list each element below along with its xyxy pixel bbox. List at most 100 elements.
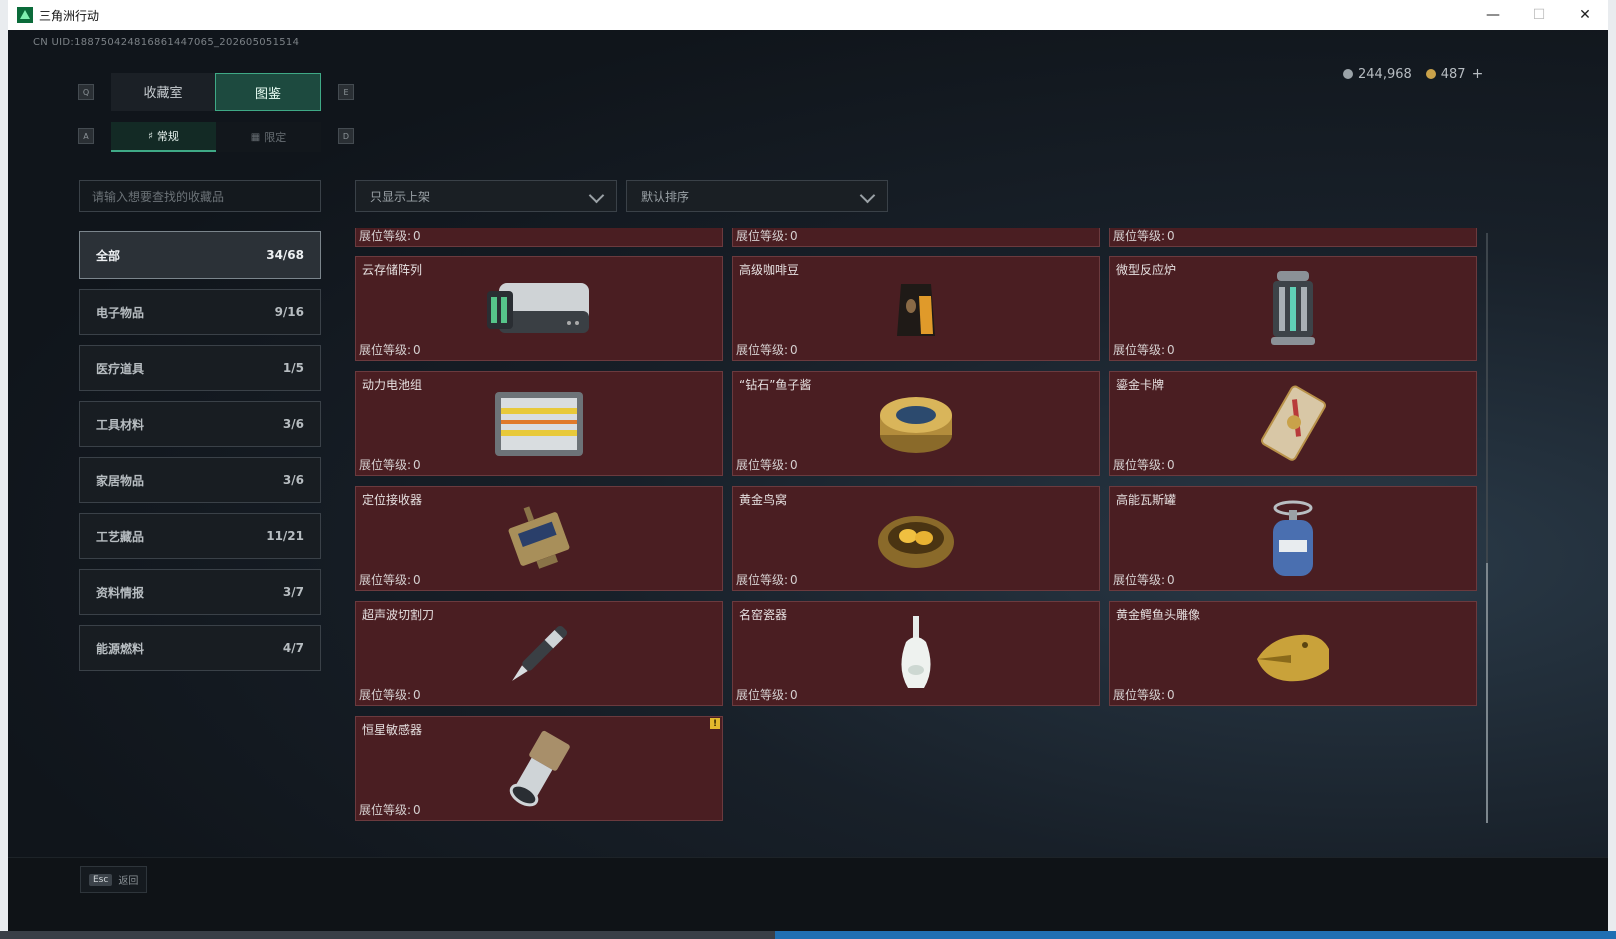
- uid-label: CN UID:188750424816861447065_20260505151…: [33, 37, 300, 48]
- card-micro-reactor[interactable]: 微型反应炉 展位等级: 0: [1109, 256, 1477, 361]
- category-count: 11/21: [266, 529, 304, 543]
- limited-icon: ▦: [250, 131, 261, 143]
- category-name: 家居物品: [96, 473, 145, 488]
- scrollbar-thumb[interactable]: [1486, 563, 1488, 823]
- new-item-badge: !: [710, 718, 720, 729]
- gold-currency: 487 +: [1425, 66, 1484, 82]
- card-name: 鎏金卡牌: [1116, 378, 1165, 392]
- category-count: 4/7: [282, 641, 304, 655]
- back-button[interactable]: Esc 返回: [80, 866, 148, 893]
- category-name: 工艺藏品: [96, 529, 145, 544]
- category-name: 工具材料: [96, 417, 145, 432]
- card-name: 名窑瓷器: [739, 608, 788, 622]
- maximize-button[interactable]: ☐: [1516, 0, 1562, 30]
- tab-collection-room[interactable]: 收藏室: [111, 73, 215, 111]
- card-name: 定位接收器: [362, 493, 423, 507]
- category-count: 3/6: [282, 473, 304, 487]
- card-power-battery-pack[interactable]: 动力电池组 展位等级: 0: [355, 371, 723, 476]
- esc-key-hint: Esc: [89, 873, 113, 886]
- add-currency-button[interactable]: +: [1472, 66, 1484, 82]
- tab-codex[interactable]: 图鉴: [215, 73, 321, 111]
- sort-value: 默认排序: [641, 189, 690, 204]
- key-hint-next-subtab: D: [338, 128, 354, 144]
- subtab-regular[interactable]: ♯ 常规: [111, 122, 216, 152]
- card-name: 恒星敏感器: [362, 723, 423, 737]
- back-label: 返回: [118, 876, 139, 887]
- app-logo-icon: [17, 7, 33, 23]
- card-ultrasonic-cutter[interactable]: 超声波切割刀 展位等级: 0: [355, 601, 723, 706]
- category-count: 34/68: [266, 248, 304, 262]
- card-name: 高级咖啡豆: [739, 263, 800, 277]
- card-star-sensor[interactable]: 恒星敏感器 ! 展位等级: 0: [355, 716, 723, 821]
- card-level: 展位等级: 0: [736, 229, 798, 243]
- desktop-taskbar: [0, 931, 1616, 939]
- golden-nest-icon: [878, 515, 954, 568]
- card-level: 展位等级: 0: [1113, 573, 1175, 587]
- silver-currency: 244,968: [1343, 67, 1412, 82]
- chevron-down-icon: [588, 187, 605, 204]
- card-name: “钻石”鱼子酱: [739, 378, 812, 392]
- sort-dropdown[interactable]: 默认排序: [626, 180, 888, 212]
- subtab-regular-label: 常规: [156, 130, 179, 143]
- card-gas-canister[interactable]: 高能瓦斯罐 展位等级: 0: [1109, 486, 1477, 591]
- category-tools[interactable]: 工具材料 3/6: [79, 401, 321, 447]
- ultrasonic-cutter-icon: [512, 625, 568, 681]
- card-level: 展位等级: 0: [736, 343, 798, 357]
- collection-card[interactable]: 展位等级: 0: [355, 228, 723, 247]
- category-all[interactable]: 全部 34/68: [79, 231, 321, 279]
- desktop-edge-left: [0, 0, 8, 939]
- porcelain-vase-icon: [901, 615, 931, 688]
- main-tabs: 收藏室 图鉴: [111, 73, 321, 111]
- subtab-limited[interactable]: ▦ 限定: [216, 122, 321, 152]
- minimize-button[interactable]: —: [1470, 0, 1516, 30]
- category-count: 3/7: [282, 585, 304, 599]
- category-list: 全部 34/68 电子物品 9/16 医疗道具 1/5 工具材料 3/6 家居物品 3/6…: [79, 231, 321, 681]
- category-name: 全部: [96, 248, 121, 263]
- card-cloud-storage-array[interactable]: 云存储阵列 展位等级: 0: [355, 256, 723, 361]
- card-golden-nest[interactable]: 黄金鸟窝 展位等级: 0: [732, 486, 1100, 591]
- gps-receiver-icon: [508, 505, 570, 569]
- card-level: 展位等级: 0: [736, 458, 798, 472]
- search-input[interactable]: 请输入想要查找的收藏品: [79, 180, 321, 212]
- shelf-filter-dropdown[interactable]: 只显示上架: [355, 180, 617, 212]
- card-name: 动力电池组: [362, 378, 423, 392]
- server-icon: [487, 282, 589, 333]
- category-crafts[interactable]: 工艺藏品 11/21: [79, 513, 321, 559]
- key-hint-next-tab: E: [338, 84, 354, 100]
- battery-pack-icon: [495, 391, 583, 456]
- category-name: 能源燃料: [96, 641, 145, 656]
- collection-card[interactable]: 展位等级: 0: [732, 228, 1100, 247]
- key-hint-prev-subtab: A: [78, 128, 94, 144]
- category-count: 3/6: [282, 417, 304, 431]
- chevron-down-icon: [859, 187, 876, 204]
- card-name: 超声波切割刀: [362, 608, 435, 622]
- shelf-filter-value: 只显示上架: [370, 189, 431, 204]
- grid-scrollbar[interactable]: [1486, 233, 1488, 823]
- card-level: 展位等级: 0: [1113, 458, 1175, 472]
- title-bar: 三角洲行动 — ☐ ✕: [8, 0, 1608, 30]
- card-golden-crocodile-statue[interactable]: 黄金鳄鱼头雕像 展位等级: 0: [1109, 601, 1477, 706]
- card-name: 云存储阵列: [362, 263, 423, 277]
- caviar-tin-icon: [880, 396, 952, 453]
- gold-croc-statue-icon: [1257, 634, 1329, 681]
- gold-card-icon: [1261, 385, 1326, 461]
- card-gps-receiver[interactable]: 定位接收器 展位等级: 0: [355, 486, 723, 591]
- category-name: 电子物品: [96, 305, 145, 320]
- category-electronics[interactable]: 电子物品 9/16: [79, 289, 321, 335]
- close-button[interactable]: ✕: [1562, 0, 1608, 30]
- collection-card[interactable]: 展位等级: 0: [1109, 228, 1477, 247]
- gas-canister-icon: [1273, 500, 1313, 576]
- card-gilded-card[interactable]: 鎏金卡牌 展位等级: 0: [1109, 371, 1477, 476]
- category-energy[interactable]: 能源燃料 4/7: [79, 625, 321, 671]
- silver-coin-icon: [1343, 68, 1353, 79]
- card-famous-kiln-porcelain[interactable]: 名窑瓷器 展位等级: 0: [732, 601, 1100, 706]
- category-household[interactable]: 家居物品 3/6: [79, 457, 321, 503]
- category-medical[interactable]: 医疗道具 1/5: [79, 345, 321, 391]
- key-hint-prev-tab: Q: [78, 84, 94, 100]
- gold-coin-icon: [1425, 69, 1436, 79]
- category-intel[interactable]: 资料情报 3/7: [79, 569, 321, 615]
- card-premium-coffee-beans[interactable]: 高级咖啡豆 展位等级: 0: [732, 256, 1100, 361]
- card-diamond-caviar[interactable]: “钻石”鱼子酱 展位等级: 0: [732, 371, 1100, 476]
- category-name: 医疗道具: [96, 361, 145, 376]
- card-level: 展位等级: 0: [1113, 343, 1175, 357]
